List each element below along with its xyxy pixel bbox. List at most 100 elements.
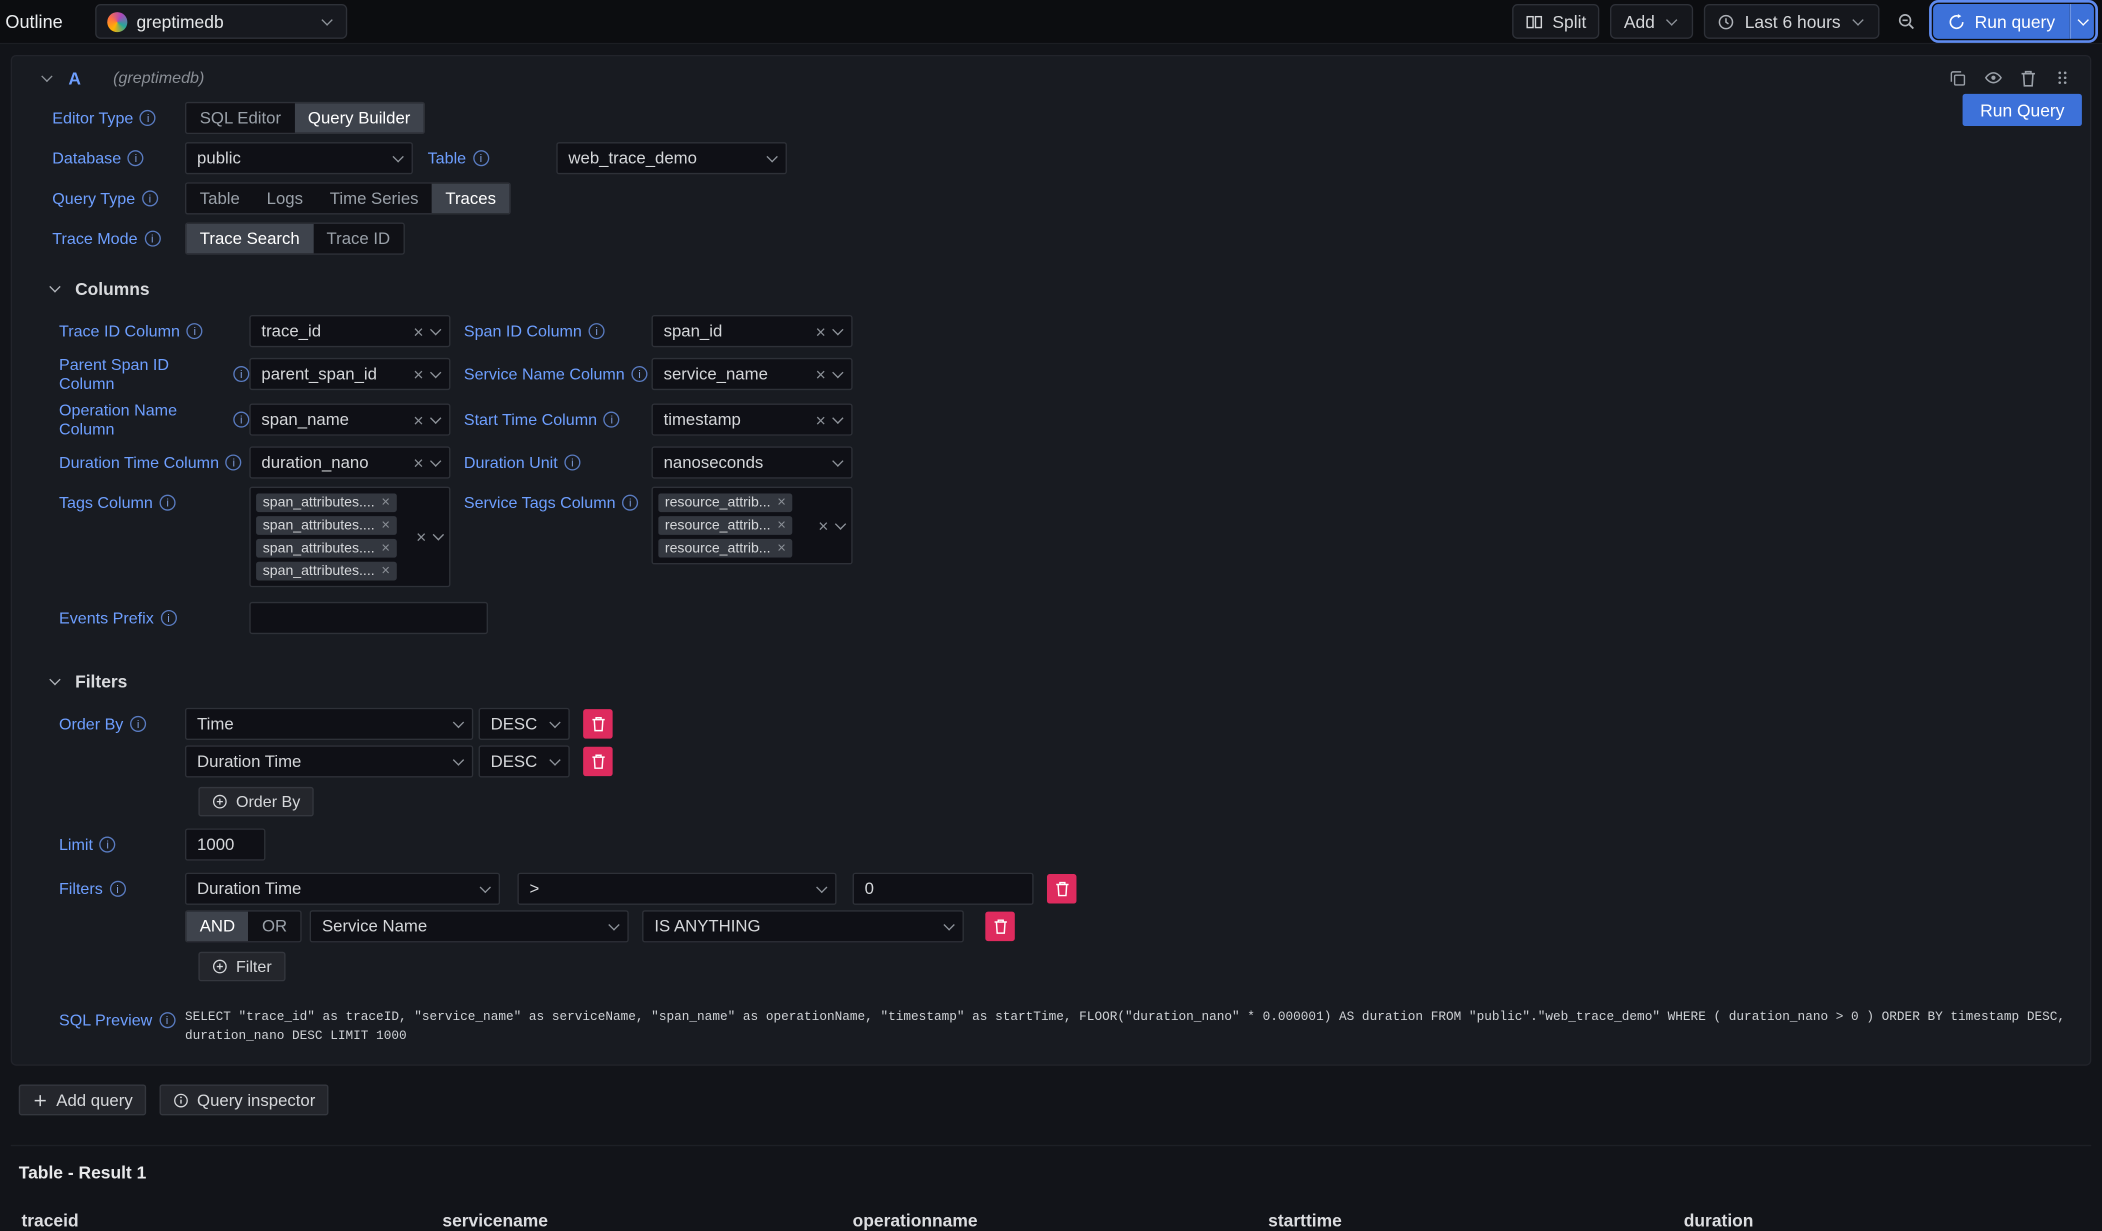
info-icon[interactable]: i: [100, 837, 116, 853]
info-icon[interactable]: i: [109, 881, 125, 897]
clear-icon[interactable]: ×: [812, 411, 830, 428]
query-type-timeseries-option[interactable]: Time Series: [316, 184, 432, 213]
hide-query-eye-icon[interactable]: [1984, 68, 2003, 87]
query-inspector-icon: [173, 1092, 189, 1108]
info-icon[interactable]: i: [160, 610, 176, 626]
collapse-chevron-icon[interactable]: [39, 76, 55, 80]
order-by-field-select[interactable]: Time: [185, 708, 473, 740]
start-time-column-select[interactable]: timestamp ×: [652, 404, 853, 436]
order-by-field-select[interactable]: Duration Time: [185, 745, 473, 777]
filters-section-header[interactable]: Filters: [47, 672, 2090, 692]
events-prefix-input[interactable]: [249, 602, 488, 634]
info-icon[interactable]: i: [160, 495, 176, 511]
filter-field-select[interactable]: Service Name: [310, 910, 629, 942]
columns-section-header[interactable]: Columns: [47, 279, 2090, 299]
service-name-column-select[interactable]: service_name ×: [652, 358, 853, 390]
order-by-direction-select[interactable]: DESC: [479, 708, 570, 740]
drag-handle-icon[interactable]: [2054, 68, 2071, 87]
and-option[interactable]: AND: [186, 912, 248, 941]
filter-field-select[interactable]: Duration Time: [185, 873, 500, 905]
column-header-operationname[interactable]: operationname: [842, 1204, 1258, 1231]
panel-run-query-button[interactable]: Run Query: [1963, 94, 2082, 126]
trace-id-column-select[interactable]: trace_id ×: [249, 315, 450, 347]
info-icon[interactable]: i: [622, 495, 638, 511]
filter-value-input[interactable]: [853, 873, 1034, 905]
clear-icon[interactable]: ×: [409, 411, 427, 428]
clear-icon[interactable]: ×: [812, 322, 830, 339]
chevron-down-icon: [832, 523, 848, 527]
database-select[interactable]: public: [185, 142, 413, 174]
info-icon[interactable]: i: [233, 412, 249, 428]
span-id-column-select[interactable]: span_id ×: [652, 315, 853, 347]
table-select[interactable]: web_trace_demo: [556, 142, 787, 174]
clear-icon[interactable]: ×: [412, 528, 430, 545]
service-tags-multiselect[interactable]: resource_attrib...× resource_attrib...× …: [652, 487, 853, 565]
zoom-out-button[interactable]: [1890, 4, 1922, 39]
remove-tag-icon[interactable]: ×: [381, 564, 390, 579]
run-query-interval-dropdown[interactable]: [2070, 4, 2094, 39]
duration-unit-select[interactable]: nanoseconds: [652, 446, 853, 478]
duration-time-column-select[interactable]: duration_nano ×: [249, 446, 450, 478]
order-by-direction-select[interactable]: DESC: [479, 745, 570, 777]
remove-order-by-button[interactable]: [583, 747, 612, 776]
info-icon[interactable]: i: [130, 716, 146, 732]
info-icon[interactable]: i: [589, 323, 605, 339]
clear-icon[interactable]: ×: [409, 365, 427, 382]
info-icon[interactable]: i: [159, 1012, 175, 1028]
info-icon[interactable]: i: [140, 110, 156, 126]
remove-order-by-button[interactable]: [583, 709, 612, 738]
query-inspector-button[interactable]: Query inspector: [160, 1085, 329, 1116]
clear-icon[interactable]: ×: [409, 454, 427, 471]
tags-column-multiselect[interactable]: span_attributes....× span_attributes....…: [249, 487, 450, 588]
info-icon[interactable]: i: [128, 150, 144, 166]
duplicate-query-icon[interactable]: [1949, 69, 1966, 86]
parent-span-id-column-select[interactable]: parent_span_id ×: [249, 358, 450, 390]
remove-tag-icon[interactable]: ×: [381, 495, 390, 510]
or-option[interactable]: OR: [249, 912, 301, 941]
column-header-starttime[interactable]: starttime: [1257, 1204, 1673, 1231]
add-filter-button[interactable]: Filter: [198, 952, 285, 981]
trace-id-option[interactable]: Trace ID: [313, 224, 403, 253]
info-icon[interactable]: i: [631, 366, 647, 382]
clear-icon[interactable]: ×: [409, 322, 427, 339]
remove-tag-icon[interactable]: ×: [777, 541, 786, 556]
datasource-picker[interactable]: greptimedb: [95, 4, 347, 39]
add-dropdown[interactable]: Add: [1610, 4, 1693, 39]
column-header-traceid[interactable]: traceid: [11, 1204, 432, 1231]
remove-filter-button[interactable]: [1047, 874, 1076, 903]
info-icon[interactable]: i: [473, 150, 489, 166]
run-query-button[interactable]: Run query: [1933, 4, 2070, 39]
info-icon[interactable]: i: [144, 231, 160, 247]
remove-tag-icon[interactable]: ×: [777, 518, 786, 533]
clear-icon[interactable]: ×: [812, 365, 830, 382]
query-type-table-option[interactable]: Table: [186, 184, 253, 213]
info-icon[interactable]: i: [226, 454, 242, 470]
info-icon[interactable]: i: [142, 190, 158, 206]
trace-search-option[interactable]: Trace Search: [186, 224, 313, 253]
remove-tag-icon[interactable]: ×: [381, 541, 390, 556]
remove-filter-button[interactable]: [986, 912, 1015, 941]
sql-editor-option[interactable]: SQL Editor: [186, 103, 294, 132]
column-header-servicename[interactable]: servicename: [432, 1204, 842, 1231]
query-builder-option[interactable]: Query Builder: [295, 103, 424, 132]
query-type-logs-option[interactable]: Logs: [253, 184, 316, 213]
column-header-duration[interactable]: duration: [1673, 1204, 2091, 1231]
time-range-picker[interactable]: Last 6 hours: [1704, 4, 1879, 39]
filter-operator-select[interactable]: IS ANYTHING: [642, 910, 964, 942]
filter-operator-select[interactable]: >: [517, 873, 836, 905]
query-type-label: Query Type i: [52, 189, 185, 208]
info-icon[interactable]: i: [187, 323, 203, 339]
info-icon[interactable]: i: [233, 366, 249, 382]
remove-tag-icon[interactable]: ×: [777, 495, 786, 510]
limit-input[interactable]: [185, 828, 265, 860]
add-order-by-button[interactable]: Order By: [198, 787, 313, 816]
info-icon[interactable]: i: [604, 412, 620, 428]
info-icon[interactable]: i: [564, 454, 580, 470]
clear-icon[interactable]: ×: [814, 517, 832, 534]
operation-name-column-select[interactable]: span_name ×: [249, 404, 450, 436]
split-button[interactable]: Split: [1512, 4, 1600, 39]
add-query-button[interactable]: Add query: [19, 1085, 146, 1116]
remove-query-trash-icon[interactable]: [2020, 69, 2036, 86]
remove-tag-icon[interactable]: ×: [381, 518, 390, 533]
query-type-traces-option[interactable]: Traces: [432, 184, 509, 213]
